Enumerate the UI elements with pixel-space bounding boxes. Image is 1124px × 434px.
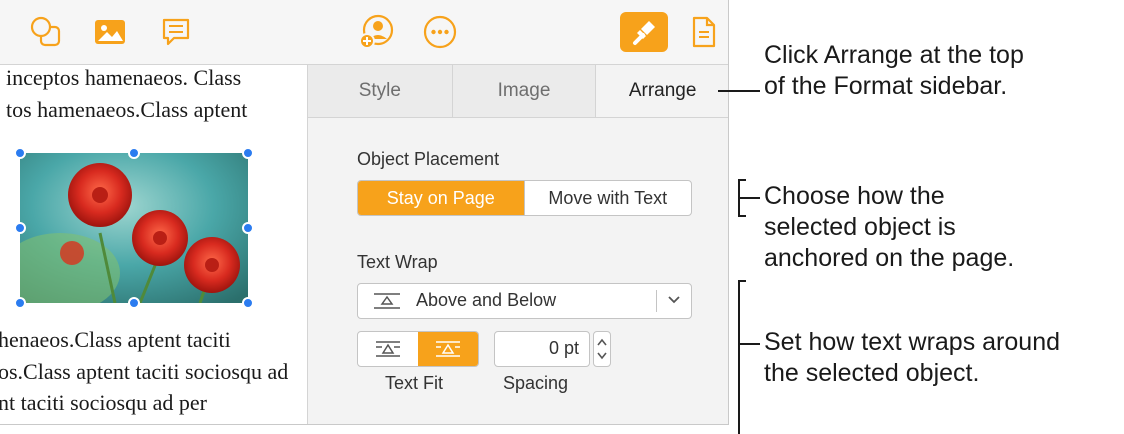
doc-text-line: henaeos.Class aptent taciti: [0, 327, 231, 352]
callout-bracket: [738, 215, 746, 217]
chevron-down-icon: [668, 296, 680, 304]
resize-handle[interactable]: [14, 147, 26, 159]
format-icon[interactable]: [620, 12, 668, 52]
object-placement-label: Object Placement: [357, 149, 500, 169]
stay-on-page-button[interactable]: Stay on Page: [358, 181, 524, 215]
callout-wrap: Set how text wraps around the selected ob…: [764, 327, 1060, 389]
resize-handle[interactable]: [242, 222, 254, 234]
callout-bracket: [738, 280, 740, 434]
callout-arrange: Click Arrange at the top of the Format si…: [764, 40, 1024, 102]
object-placement-control: Stay on Page Move with Text: [357, 180, 692, 216]
callout-leader-line: [739, 343, 760, 345]
callout-leader-line: [739, 197, 760, 199]
text-fit-control: [357, 331, 479, 367]
shape-icon[interactable]: [26, 12, 66, 52]
resize-handle[interactable]: [14, 297, 26, 309]
callout-leader-line: [718, 90, 760, 92]
doc-text-line: inceptos hamenaeos. Class: [6, 65, 242, 90]
pages-window: inceptos hamenaeos. Class tos hamenaeos.…: [0, 0, 729, 425]
resize-handle[interactable]: [242, 147, 254, 159]
spacing-value: 0 pt: [548, 338, 579, 358]
wrap-box-icon: [436, 341, 460, 357]
resize-handle[interactable]: [14, 222, 26, 234]
wrap-fit-icon: [376, 341, 400, 357]
callout-placement: Choose how the selected object is anchored…: [764, 181, 1014, 274]
text-wrap-select[interactable]: Above and Below: [357, 283, 692, 319]
wrap-above-below-icon: [374, 293, 400, 309]
format-sidebar: Style Image Arrange Object Placement Sta…: [307, 65, 728, 424]
collaborate-icon[interactable]: [357, 12, 397, 52]
doc-text-line: tos hamenaeos.Class aptent: [6, 97, 248, 122]
comment-icon[interactable]: [156, 12, 196, 52]
spacing-label: Spacing: [503, 373, 569, 393]
resize-handle[interactable]: [128, 147, 140, 159]
stepper-arrows-icon: [597, 338, 607, 360]
callout-line: Set how text wraps around: [764, 328, 1060, 356]
flower-photo: [20, 153, 248, 303]
resize-handle[interactable]: [242, 297, 254, 309]
sidebar-tabs: Style Image Arrange: [308, 65, 728, 118]
text-wrap-label: Text Wrap: [357, 252, 438, 272]
toolbar: [0, 0, 728, 65]
selected-image[interactable]: [20, 153, 248, 303]
tab-arrange[interactable]: Arrange: [596, 65, 728, 117]
text-fit-box-button[interactable]: [418, 332, 478, 366]
text-fit-tight-button[interactable]: [358, 332, 418, 366]
select-divider: [656, 290, 657, 312]
document-canvas[interactable]: inceptos hamenaeos. Class tos hamenaeos.…: [0, 65, 306, 424]
doc-text-line: os.Class aptent taciti sociosqu ad: [0, 359, 289, 384]
doc-text-line: nt taciti sociosqu ad per: [0, 390, 207, 415]
callout-line: Click Arrange at the top: [764, 41, 1024, 69]
callout-line: of the Format sidebar.: [764, 72, 1008, 100]
tab-image[interactable]: Image: [452, 65, 597, 117]
callout-line: selected object is: [764, 213, 956, 241]
callout-bracket: [738, 179, 746, 181]
tab-style[interactable]: Style: [308, 65, 453, 117]
callout-bracket: [738, 280, 746, 282]
callout-line: Choose how the: [764, 182, 945, 210]
move-with-text-button[interactable]: Move with Text: [523, 181, 692, 215]
media-icon[interactable]: [90, 12, 130, 52]
text-fit-label: Text Fit: [385, 373, 444, 393]
callout-line: the selected object.: [764, 359, 980, 387]
document-icon[interactable]: [686, 12, 722, 52]
text-wrap-value: Above and Below: [416, 290, 557, 310]
callout-line: anchored on the page.: [764, 244, 1015, 272]
resize-handle[interactable]: [128, 297, 140, 309]
more-icon[interactable]: [420, 12, 460, 52]
spacing-input[interactable]: 0 pt: [494, 331, 590, 367]
spacing-stepper[interactable]: [593, 331, 611, 367]
